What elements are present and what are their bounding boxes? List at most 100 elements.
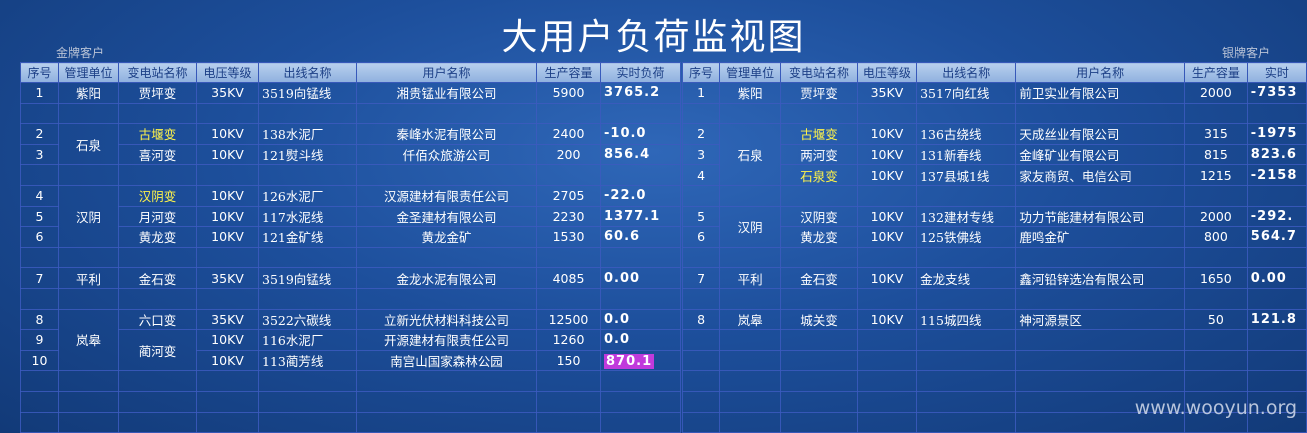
table-row[interactable]: 6 黄龙变 10KV 121金矿线 黄龙金矿 1530 60.6 [20, 226, 681, 248]
row-unit: 平利 [58, 267, 119, 289]
row-user: 前卫实业有限公司 [1015, 82, 1185, 104]
row-station: 石泉变 [780, 164, 858, 186]
empty-row [681, 246, 1307, 269]
row-voltage: 10KV [196, 349, 259, 372]
row-load: -10.0 [600, 123, 681, 145]
table-row[interactable]: 7 平利 金石变 10KV 金龙支线 鑫河铅锌选冶有限公司 1650 0.00 [681, 267, 1307, 289]
empty-row [681, 329, 1307, 351]
row-load: 0.00 [1246, 267, 1307, 289]
row-voltage: 10KV [856, 123, 918, 145]
row-load-cell: 870.1 [600, 349, 681, 372]
header-capacity: 生产容量 [536, 62, 601, 83]
row-voltage: 35KV [856, 82, 918, 104]
header-capacity: 生产容量 [1183, 62, 1248, 83]
row-line: 136古绕线 [916, 123, 1017, 145]
row-line: 117水泥线 [258, 205, 357, 228]
table-row[interactable]: 9 蔺河变 10KV 116水泥厂 开源建材有限责任公司 1260 0.0 [20, 329, 681, 372]
row-load: -292. [1246, 205, 1307, 228]
row-load: 823.6 [1246, 143, 1307, 166]
row-station: 蔺河变 [118, 329, 197, 372]
gold-customer-table: 序号 管理单位 变电站名称 电压等级 出线名称 用户名称 生产容量 实时负荷 1… [20, 62, 681, 433]
table-row[interactable]: 8 岚皋 六口变 35KV 3522六碳线 立新光伏材料科技公司 12500 0… [20, 308, 681, 372]
empty-row [681, 287, 1307, 310]
row-load: 564.7 [1246, 226, 1307, 248]
table-row[interactable]: 2 石泉 古堰变 10KV 136古绕线 天成丝业有限公司 315 -1975 [681, 123, 1307, 186]
table-row[interactable]: 4 汉阴 汉阴变 10KV 126水泥厂 汉源建材有限责任公司 2705 -22… [20, 184, 681, 248]
row-voltage: 10KV [856, 267, 918, 289]
row-user: 神河源景区 [1015, 308, 1185, 331]
empty-row [20, 246, 681, 269]
row-load: 0.0 [600, 308, 681, 331]
silver-customer-table-panel: 序号 管理单位 变电站名称 电压等级 出线名称 用户名称 生产容量 实时 1 紫… [681, 62, 1307, 433]
row-user: 南宫山国家森林公园 [356, 349, 537, 372]
row-voltage: 10KV [196, 205, 259, 228]
row-no: 5 [681, 205, 721, 228]
row-user: 金峰矿业有限公司 [1015, 143, 1185, 166]
row-station: 金石变 [118, 267, 197, 289]
row-user: 立新光伏材料科技公司 [356, 308, 537, 331]
row-line: 116水泥厂 [258, 329, 357, 351]
row-capacity: 1530 [536, 226, 601, 248]
table-header-row: 序号 管理单位 变电站名称 电压等级 出线名称 用户名称 生产容量 实时 [681, 62, 1307, 83]
table-row[interactable]: 5 月河变 10KV 117水泥线 金圣建材有限公司 2230 1377.1 [20, 205, 681, 228]
header-voltage: 电压等级 [856, 62, 918, 83]
header-user: 用户名称 [356, 62, 537, 83]
row-load: 121.8 [1246, 308, 1307, 331]
row-no: 3 [20, 143, 59, 166]
row-no: 10 [20, 349, 59, 372]
row-voltage: 10KV [196, 143, 259, 166]
row-station: 黄龙变 [118, 226, 197, 248]
row-capacity: 2400 [536, 123, 601, 145]
row-no: 3 [681, 143, 721, 166]
empty-row [681, 184, 1307, 207]
table-row[interactable]: 1 紫阳 贾坪变 35KV 3517向红线 前卫实业有限公司 2000 -735… [681, 82, 1307, 104]
row-voltage: 35KV [196, 82, 259, 104]
header-station: 变电站名称 [780, 62, 858, 83]
row-no: 8 [681, 308, 721, 331]
row-capacity: 1650 [1183, 267, 1248, 289]
row-load: -22.0 [600, 184, 681, 207]
row-no: 8 [20, 308, 59, 331]
row-capacity: 815 [1183, 143, 1248, 166]
row-capacity: 4085 [536, 267, 601, 289]
row-station: 古堰变 [780, 123, 858, 145]
row-no: 9 [20, 329, 59, 351]
header-line: 出线名称 [258, 62, 357, 83]
row-station: 汉阴变 [118, 184, 197, 207]
row-capacity: 1260 [536, 329, 601, 351]
row-line: 115城四线 [916, 308, 1017, 331]
row-load-highlight: 870.1 [604, 353, 655, 369]
table-row[interactable]: 5 汉阴 汉阴变 10KV 132建材专线 功力节能建材有限公司 2000 -2… [681, 205, 1307, 248]
row-voltage: 10KV [196, 123, 259, 145]
row-capacity: 800 [1183, 226, 1248, 248]
row-line: 121熨斗线 [258, 143, 357, 166]
row-line: 3517向红线 [916, 82, 1017, 104]
row-no: 1 [681, 82, 721, 104]
table-row[interactable]: 1 紫阳 贾坪变 35KV 3519向锰线 湘贵锰业有限公司 5900 3765… [20, 82, 681, 104]
header-voltage: 电压等级 [196, 62, 259, 83]
row-station: 黄龙变 [780, 226, 858, 248]
header-user: 用户名称 [1015, 62, 1185, 83]
header-no: 序号 [20, 62, 59, 83]
table-row[interactable]: 8 岚皋 城关变 10KV 115城四线 神河源景区 50 121.8 [681, 308, 1307, 331]
watermark: www.wooyun.org [1134, 397, 1297, 419]
table-row[interactable]: 3 喜河变 10KV 121熨斗线 仟佰众旅游公司 200 856.4 [20, 143, 681, 166]
row-load: 1377.1 [600, 205, 681, 228]
row-line: 3522六碳线 [258, 308, 357, 331]
row-user: 开源建材有限责任公司 [356, 329, 537, 351]
table-header-row: 序号 管理单位 变电站名称 电压等级 出线名称 用户名称 生产容量 实时负荷 [20, 62, 681, 83]
row-voltage: 10KV [196, 184, 259, 207]
empty-row [20, 370, 681, 392]
row-user: 家友商贸、电信公司 [1015, 164, 1185, 186]
row-no: 6 [20, 226, 59, 248]
table-row[interactable]: 2 石泉 古堰变 10KV 138水泥厂 秦峰水泥有限公司 2400 -10.0 [20, 123, 681, 166]
empty-row [681, 349, 1307, 372]
row-station: 两河变 [780, 143, 858, 166]
row-load: 856.4 [600, 143, 681, 166]
row-user: 金圣建材有限公司 [356, 205, 537, 228]
row-no: 4 [681, 164, 721, 186]
header-load: 实时负荷 [600, 62, 681, 83]
row-user: 鑫河铅锌选冶有限公司 [1015, 267, 1185, 289]
table-row[interactable]: 7 平利 金石变 35KV 3519向锰线 金龙水泥有限公司 4085 0.00 [20, 267, 681, 289]
row-line: 113蔺芳线 [258, 349, 357, 372]
